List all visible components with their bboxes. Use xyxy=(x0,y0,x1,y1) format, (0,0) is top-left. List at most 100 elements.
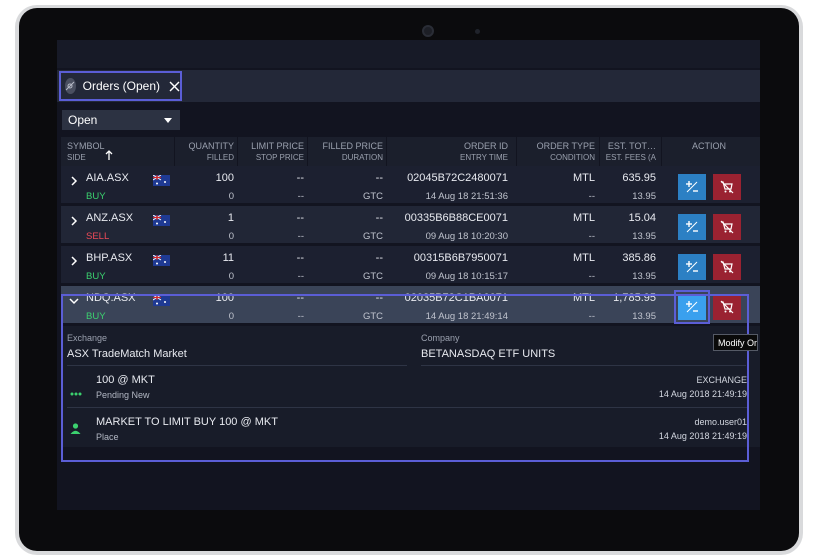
order-side: BUY xyxy=(86,191,106,202)
order-stop-price: -- xyxy=(297,311,304,322)
order-filled-price: -- xyxy=(375,292,383,304)
chevron-right-icon[interactable] xyxy=(69,253,79,266)
event-time: 14 Aug 2018 21:49:19 xyxy=(658,389,747,399)
order-side: BUY xyxy=(86,311,106,322)
chevron-down-icon[interactable] xyxy=(69,293,79,305)
cancel-order-button[interactable] xyxy=(713,174,741,200)
order-est-total: 385.86 xyxy=(622,252,656,264)
order-id: 00315B6B7950071 xyxy=(413,252,508,264)
col-order-id[interactable]: ORDER ID ENTRY TIME xyxy=(389,141,508,163)
order-entry-time: 09 Aug 18 10:15:17 xyxy=(425,271,508,282)
order-est-fees: 13.95 xyxy=(632,231,656,242)
event-title: MARKET TO LIMIT BUY 100 @ MKT xyxy=(96,416,278,428)
order-duration: GTC xyxy=(362,231,383,242)
col-quantity[interactable]: QUANTITY FILLED xyxy=(177,141,234,163)
modify-order-button[interactable] xyxy=(674,290,710,324)
exchange-value: ASX TradeMatch Market xyxy=(67,348,187,360)
order-quantity: 1 xyxy=(227,212,234,224)
order-stop-price: -- xyxy=(297,231,304,242)
status-filter-select[interactable]: Open xyxy=(62,110,180,130)
order-duration: GTC xyxy=(362,191,383,202)
chevron-right-icon[interactable] xyxy=(69,173,79,186)
australia-flag-icon xyxy=(152,213,170,226)
cancel-order-button[interactable] xyxy=(713,214,741,240)
plus-minus-icon xyxy=(686,221,698,233)
modify-order-tooltip: Modify Orde xyxy=(713,334,758,351)
satellite-icon xyxy=(65,78,76,94)
order-side: SELL xyxy=(86,231,110,242)
company-value: BETANASDAQ ETF UNITS xyxy=(421,348,556,360)
order-type: MTL xyxy=(573,212,595,224)
cancel-cart-icon xyxy=(720,300,734,314)
order-est-total: 635.95 xyxy=(622,172,656,184)
order-filled: 0 xyxy=(228,271,234,282)
tab-label: Orders (Open) xyxy=(82,79,160,93)
user-icon xyxy=(70,421,81,439)
event-source: EXCHANGE xyxy=(696,375,747,385)
cancel-cart-icon xyxy=(720,180,734,194)
order-entry-time: 14 Aug 18 21:49:14 xyxy=(425,311,508,322)
order-limit-price: -- xyxy=(296,292,304,304)
app-screen: Orders (Open) Open SYMBOL SIDE QUANTITY FI… xyxy=(57,40,760,510)
chevron-right-icon[interactable] xyxy=(69,213,79,226)
event-title: 100 @ MKT xyxy=(96,374,155,386)
table-row[interactable]: AIA.ASX BUY 100 0 -- -- -- GTC 02045B72C… xyxy=(61,166,760,206)
col-symbol[interactable]: SYMBOL SIDE xyxy=(67,141,105,163)
col-limit-price[interactable]: LIMIT PRICE STOP PRICE xyxy=(240,141,304,163)
order-filled: 0 xyxy=(228,191,234,202)
close-icon[interactable] xyxy=(169,79,180,93)
order-symbol: BHP.ASX xyxy=(86,252,133,264)
table-row[interactable]: BHP.ASX BUY 11 0 -- -- -- GTC 00315B6B79… xyxy=(61,246,760,286)
order-filled: 0 xyxy=(228,311,234,322)
order-limit-price: -- xyxy=(296,212,304,224)
australia-flag-icon xyxy=(152,253,170,266)
cancel-order-button[interactable] xyxy=(713,294,741,320)
event-time: 14 Aug 2018 21:49:19 xyxy=(658,431,747,441)
table-header: SYMBOL SIDE QUANTITY FILLED LIMIT PRICE STO… xyxy=(61,137,760,166)
col-filled-price[interactable]: FILLED PRICE DURATION xyxy=(310,141,383,163)
order-est-fees: 13.95 xyxy=(632,191,656,202)
order-id: 02045B72C2480071 xyxy=(407,172,508,184)
order-stop-price: -- xyxy=(297,271,304,282)
order-id: 00335B6B88CE0071 xyxy=(404,212,508,224)
modify-order-button[interactable] xyxy=(678,254,706,280)
order-type: MTL xyxy=(573,172,595,184)
order-condition: -- xyxy=(588,231,595,242)
camera-icon xyxy=(422,25,434,37)
modify-order-button[interactable] xyxy=(678,214,706,240)
modify-order-button[interactable] xyxy=(678,174,706,200)
order-entry-time: 09 Aug 18 10:20:30 xyxy=(425,231,508,242)
order-duration: GTC xyxy=(362,311,383,322)
exchange-label: Exchange xyxy=(67,333,108,343)
order-limit-price: -- xyxy=(296,252,304,264)
cancel-cart-icon xyxy=(720,260,734,274)
table-row-selected[interactable]: NDQ.ASX BUY 100 0 -- -- -- GTC 02035B72C… xyxy=(61,286,760,326)
order-symbol: AIA.ASX xyxy=(86,172,129,184)
order-entry-time: 14 Aug 18 21:51:36 xyxy=(425,191,508,202)
event-source: demo.user01 xyxy=(694,417,747,427)
order-filled: 0 xyxy=(228,231,234,242)
order-est-fees: 13.95 xyxy=(632,311,656,322)
order-filled-price: -- xyxy=(375,212,383,224)
col-order-type[interactable]: ORDER TYPE CONDITION xyxy=(519,141,595,163)
cancel-order-button[interactable] xyxy=(713,254,741,280)
order-symbol: NDQ.ASX xyxy=(86,292,136,304)
order-quantity: 100 xyxy=(215,172,234,184)
order-condition: -- xyxy=(588,271,595,282)
tab-orders-open[interactable]: Orders (Open) xyxy=(59,71,182,101)
order-est-total: 15.04 xyxy=(628,212,656,224)
order-side: BUY xyxy=(86,271,106,282)
sensor-icon xyxy=(475,29,480,34)
australia-flag-icon xyxy=(152,293,170,306)
order-id: 02035B72C1BA0071 xyxy=(404,292,508,304)
event-subtitle: Pending New xyxy=(96,390,150,400)
table-row[interactable]: ANZ.ASX SELL 1 0 -- -- -- GTC 00335B6B88… xyxy=(61,206,760,246)
tab-bar: Orders (Open) xyxy=(57,70,760,102)
order-symbol: ANZ.ASX xyxy=(86,212,134,224)
sort-up-icon[interactable] xyxy=(105,147,113,165)
screen-top-bar xyxy=(57,40,760,68)
order-quantity: 11 xyxy=(222,252,234,264)
order-quantity: 100 xyxy=(215,292,234,304)
col-est-total[interactable]: EST. TOT… EST. FEES (A xyxy=(602,141,656,163)
status-filter-value: Open xyxy=(68,113,98,127)
